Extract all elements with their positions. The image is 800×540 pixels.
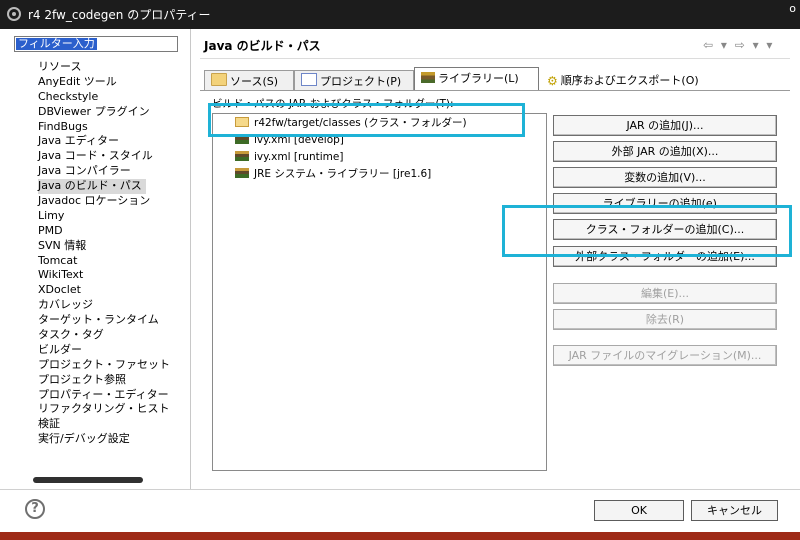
property-page-list: リソース AnyEdit ツール Checkstyle DBViewer プラグイン F… [38, 60, 170, 447]
nav-item[interactable]: WikiText [38, 268, 170, 283]
build-path-tree[interactable]: r42fw/target/classes (クラス・フォルダー) ivy.xml … [212, 113, 547, 471]
tree-item-label: r42fw/target/classes (クラス・フォルダー) [254, 117, 467, 129]
nav-item[interactable]: AnyEdit ツール [38, 75, 170, 90]
tree-item[interactable]: ivy.xml [develop] [235, 132, 344, 148]
footer-bar [0, 532, 800, 540]
tree-item-label: JRE システム・ライブラリー [jre1.6] [254, 168, 432, 180]
folder-icon [235, 117, 249, 127]
nav-item[interactable]: Javadoc ロケーション [38, 194, 170, 209]
nav-item[interactable]: DBViewer プラグイン [38, 105, 170, 120]
nav-item[interactable]: 実行/デバッグ設定 [38, 432, 170, 447]
tree-item[interactable]: r42fw/target/classes (クラス・フォルダー) [235, 115, 467, 131]
nav-item[interactable]: Java のビルド・パス [38, 179, 146, 195]
order-export-icon: ⚙ [547, 74, 558, 88]
nav-item[interactable]: プロパティー・エディター [38, 388, 170, 403]
tree-item[interactable]: ivy.xml [runtime] [235, 149, 343, 165]
cancel-button[interactable]: キャンセル [691, 500, 778, 521]
nav-item[interactable]: Java エディター [38, 134, 170, 149]
page-title: Java のビルド・パス [204, 39, 321, 53]
horizontal-scrollbar[interactable] [33, 477, 143, 483]
add-variable-button[interactable]: 変数の追加(V)... [553, 167, 777, 188]
jar-icon [235, 168, 249, 178]
tree-item[interactable]: JRE システム・ライブラリー [jre1.6] [235, 166, 431, 182]
add-class-folder-button[interactable]: クラス・フォルダーの追加(C)... [553, 219, 777, 240]
nav-item[interactable]: ターゲット・ランタイム [38, 313, 170, 328]
nav-item[interactable]: Java コンパイラー [38, 164, 170, 179]
jar-icon [235, 151, 249, 161]
tab-projects[interactable]: プロジェクト(P) [294, 70, 414, 90]
nav-item[interactable]: Limy [38, 209, 170, 224]
add-external-jar-button[interactable]: 外部 JAR の追加(X)... [553, 141, 777, 162]
source-folder-icon [211, 73, 227, 86]
nav-item[interactable]: リファクタリング・ヒスト [38, 402, 170, 417]
tab-projects-label: プロジェクト(P) [320, 75, 402, 88]
close-icon[interactable]: o [789, 2, 796, 15]
filter-input[interactable]: フィルター入力 [14, 36, 178, 52]
header-divider [200, 58, 790, 59]
nav-item[interactable]: リソース [38, 60, 170, 75]
library-icon [421, 72, 435, 83]
tab-order-export-label: 順序およびエクスポート(O) [560, 74, 699, 87]
nav-item[interactable]: Tomcat [38, 254, 170, 269]
nav-item[interactable]: FindBugs [38, 120, 170, 135]
filter-placeholder: フィルター入力 [16, 37, 97, 50]
window-title: r4 2fw_codegen のプロパティー [28, 8, 211, 22]
ok-button[interactable]: OK [594, 500, 684, 521]
tab-source-label: ソース(S) [230, 75, 279, 88]
add-external-class-folder-button[interactable]: 外部クラス・フォルダーの追加(E)... [553, 246, 777, 267]
help-icon[interactable]: ? [25, 499, 45, 519]
jar-icon [235, 134, 249, 144]
nav-item[interactable]: PMD [38, 224, 170, 239]
nav-item[interactable]: タスク・タグ [38, 328, 170, 343]
tab-order-export[interactable]: ⚙ 順序およびエクスポート(O) [541, 70, 741, 90]
add-jar-button[interactable]: JAR の追加(J)... [553, 115, 777, 136]
nav-item[interactable]: XDoclet [38, 283, 170, 298]
footer-divider [0, 489, 800, 490]
tree-item-label: ivy.xml [runtime] [254, 151, 344, 163]
nav-item[interactable]: ビルダー [38, 343, 170, 358]
nav-item[interactable]: カバレッジ [38, 298, 170, 313]
nav-item[interactable]: 検証 [38, 417, 170, 432]
tab-source[interactable]: ソース(S) [204, 70, 294, 90]
pane-divider[interactable] [190, 29, 191, 489]
tree-item-label: ivy.xml [develop] [254, 134, 344, 146]
eclipse-window-icon [7, 7, 21, 21]
history-nav-arrows[interactable]: ⇦ ▾ ⇨ ▾ ▾ [703, 38, 774, 52]
edit-button[interactable]: 編集(E)... [553, 283, 777, 304]
tab-underline [200, 90, 790, 91]
nav-item[interactable]: Checkstyle [38, 90, 170, 105]
migrate-jar-button[interactable]: JAR ファイルのマイグレーション(M)... [553, 345, 777, 366]
title-bar: r4 2fw_codegen のプロパティー o [0, 0, 800, 29]
nav-item[interactable]: プロジェクト・ファセット [38, 358, 170, 373]
nav-item[interactable]: Java コード・スタイル [38, 149, 170, 164]
tab-libraries-label: ライブラリー(L) [438, 72, 519, 85]
project-icon [301, 73, 317, 86]
nav-item[interactable]: プロジェクト参照 [38, 373, 170, 388]
remove-button[interactable]: 除去(R) [553, 309, 777, 330]
build-path-label: ビルド・パスの JAR およびクラス・フォルダー(T): [212, 98, 454, 110]
tab-libraries[interactable]: ライブラリー(L) [414, 67, 539, 91]
nav-item[interactable]: SVN 情報 [38, 239, 170, 254]
add-library-button[interactable]: ライブラリーの追加(e)... [553, 193, 777, 214]
